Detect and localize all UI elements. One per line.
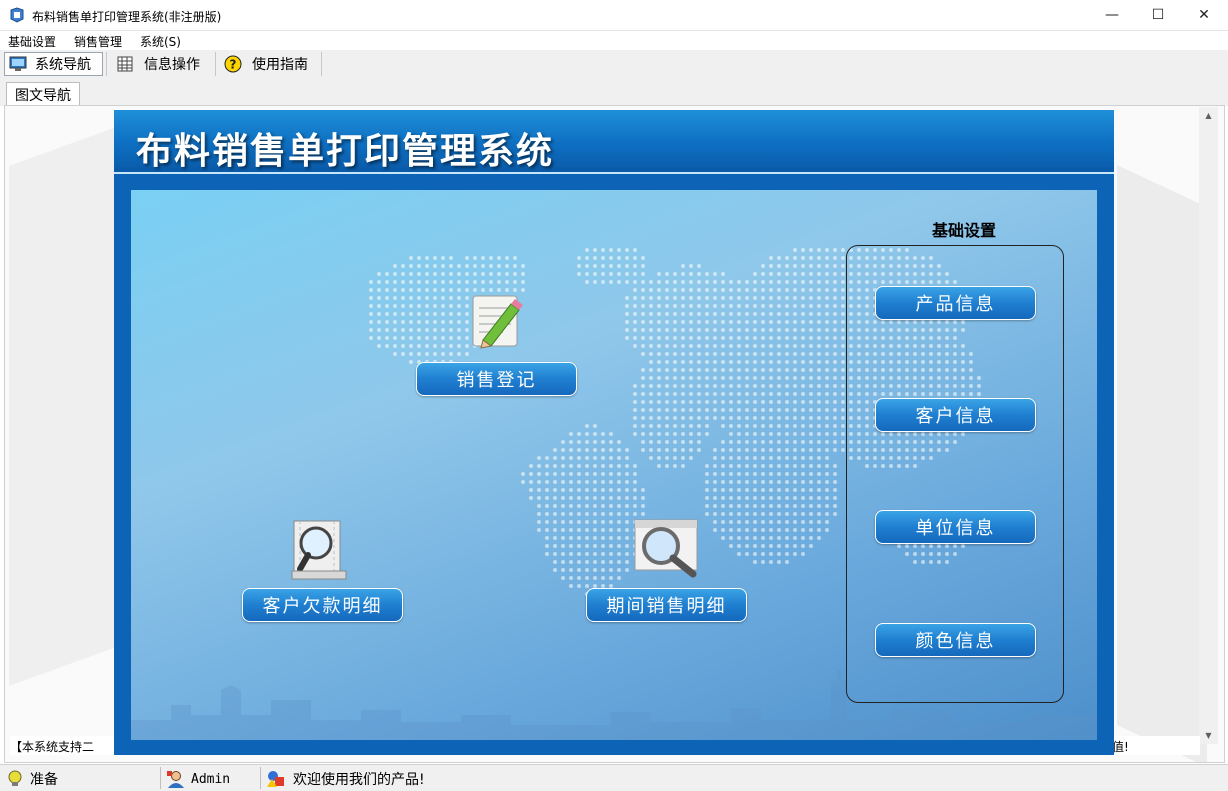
status-message: 欢迎使用我们的产品! — [266, 767, 425, 791]
sales-register-button[interactable]: 销售登记 — [416, 362, 577, 396]
background-shape — [1117, 165, 1207, 762]
navigation-panel: 布料销售单打印管理系统 销售登记 客户欠款明细 期间销售明细 基础设置 产品信息… — [114, 110, 1114, 755]
status-message-label: 欢迎使用我们的产品! — [293, 772, 425, 788]
maximize-button[interactable]: ☐ — [1135, 0, 1181, 30]
toolbar-info-ops-label: 信息操作 — [144, 57, 200, 73]
scroll-down-icon[interactable]: ▼ — [1199, 727, 1218, 744]
color-info-button[interactable]: 颜色信息 — [875, 623, 1036, 657]
status-separator — [160, 767, 161, 789]
notepad-pencil-icon — [472, 295, 523, 349]
window-title: 布料销售单打印管理系统(非注册版) — [32, 10, 222, 24]
period-sales-detail-button[interactable]: 期间销售明细 — [586, 588, 747, 622]
toolbar: 系统导航 信息操作 ? 使用指南 — [0, 50, 1228, 78]
status-ready-label: 准备 — [30, 772, 58, 788]
status-bar: 准备 Admin 欢迎使用我们的产品! — [0, 764, 1228, 791]
scroll-up-icon[interactable]: ▲ — [1199, 107, 1218, 124]
notice-text-left: 【本系统支持二 — [10, 736, 116, 755]
toolbar-system-nav-button[interactable]: 系统导航 — [4, 52, 103, 76]
close-icon: ✕ — [1198, 7, 1210, 23]
maximize-icon: ☐ — [1151, 7, 1165, 23]
panel-divider — [114, 172, 1114, 174]
menu-bar: 基础设置 销售管理 系统(S) — [0, 31, 1228, 50]
notice-text-right: 值! — [1112, 736, 1200, 755]
status-user-label: Admin — [191, 771, 231, 787]
menu-system[interactable]: 系统(S) — [140, 33, 181, 50]
title-bar: 布料销售单打印管理系统(非注册版) — ☐ ✕ — [0, 0, 1228, 31]
monitor-icon — [9, 56, 27, 71]
status-ready: 准备 — [6, 767, 58, 791]
tab-strip: 图文导航 — [0, 78, 1228, 107]
menu-sales-management[interactable]: 销售管理 — [74, 33, 122, 50]
app-icon — [10, 7, 24, 23]
toolbar-separator — [321, 52, 322, 76]
toolbar-user-guide-label: 使用指南 — [252, 57, 308, 73]
vertical-scrollbar[interactable]: ▲ ▼ — [1199, 107, 1218, 744]
menu-basic-settings[interactable]: 基础设置 — [8, 33, 56, 50]
grid-icon — [117, 56, 133, 72]
lightbulb-icon — [8, 770, 22, 786]
unit-info-button[interactable]: 单位信息 — [875, 510, 1036, 544]
status-user: Admin — [166, 767, 230, 791]
minimize-button[interactable]: — — [1089, 0, 1135, 30]
status-separator — [260, 767, 261, 789]
product-info-button[interactable]: 产品信息 — [875, 286, 1036, 320]
toolbar-user-guide-button[interactable]: ? 使用指南 — [220, 52, 318, 76]
toolbar-system-nav-label: 系统导航 — [35, 57, 91, 73]
basic-settings-title: 基础设置 — [931, 221, 996, 240]
minimize-icon: — — [1105, 7, 1119, 23]
window-search-icon — [634, 519, 698, 578]
svg-text:?: ? — [230, 58, 237, 72]
toolbar-separator — [106, 52, 107, 76]
toolbar-info-ops-button[interactable]: 信息操作 — [113, 52, 211, 76]
document-search-icon — [291, 520, 347, 580]
customer-info-button[interactable]: 客户信息 — [875, 398, 1036, 432]
close-button[interactable]: ✕ — [1181, 0, 1227, 30]
panel-title: 布料销售单打印管理系统 — [136, 131, 555, 172]
customer-debt-detail-button[interactable]: 客户欠款明细 — [242, 588, 403, 622]
user-icon — [167, 771, 184, 788]
background-shape — [9, 125, 119, 687]
shapes-icon — [267, 771, 284, 787]
help-icon: ? — [224, 55, 242, 73]
tab-graphic-navigation[interactable]: 图文导航 — [6, 82, 80, 107]
toolbar-separator — [215, 52, 216, 76]
